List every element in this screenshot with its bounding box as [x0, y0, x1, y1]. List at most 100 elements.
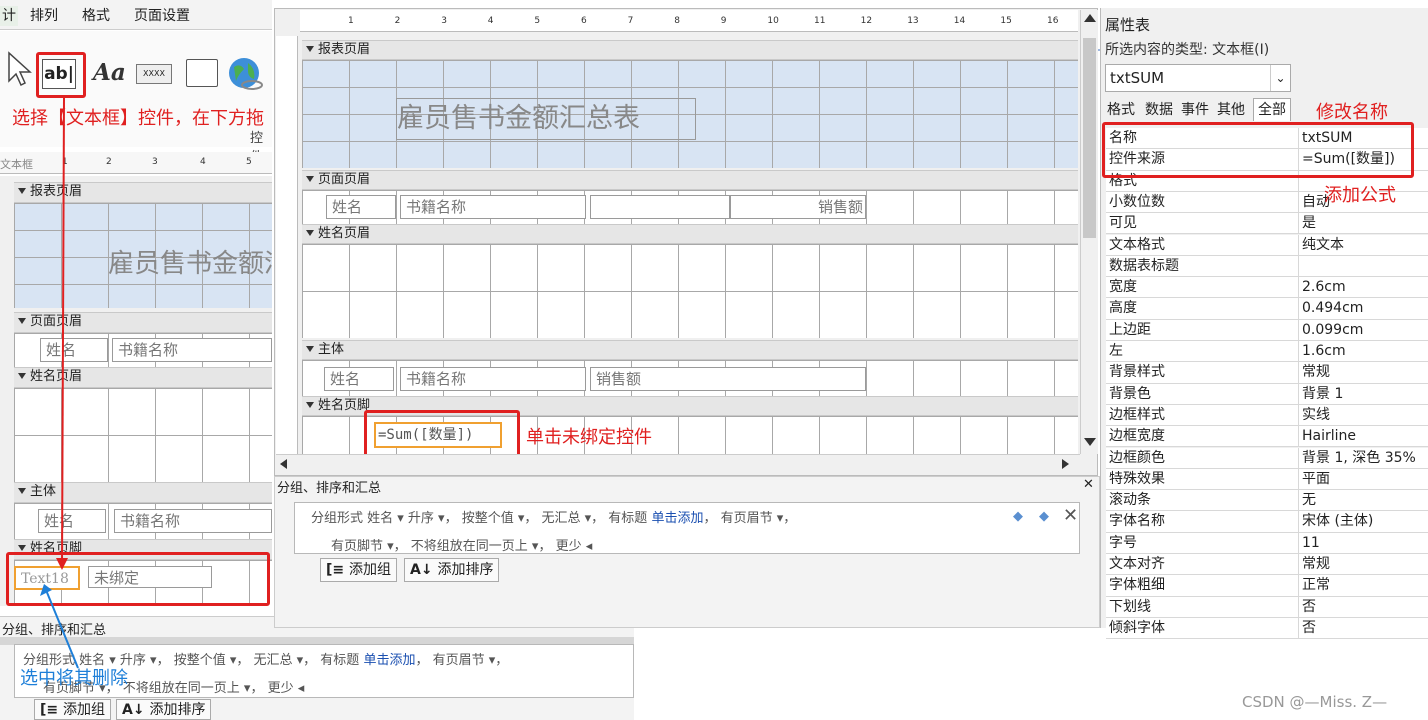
property-row[interactable]: 背景样式 常规: [1106, 362, 1428, 384]
ruler-mark: 2: [394, 16, 401, 26]
property-value[interactable]: 常规: [1298, 362, 1428, 383]
property-key: 数据表标题: [1109, 257, 1179, 274]
property-key: 可见: [1109, 215, 1137, 232]
watermark: CSDN @—Miss. Z—: [1242, 693, 1388, 711]
property-value[interactable]: 11: [1298, 532, 1428, 553]
center-page-header-sales[interactable]: 销售额: [730, 195, 866, 219]
property-row[interactable]: 边框宽度 Hairline: [1106, 426, 1428, 448]
center-group-add-title-link[interactable]: 单击添加: [651, 511, 703, 526]
center-group-row2[interactable]: 有页脚节 ▾， 不将组放在同一页上 ▾， 更少 ◂: [331, 535, 592, 554]
scroll-down-icon[interactable]: [1084, 438, 1096, 446]
property-value[interactable]: 否: [1298, 596, 1428, 617]
prop-tab-other[interactable]: 其他: [1215, 100, 1247, 120]
property-row[interactable]: 左 1.6cm: [1106, 341, 1428, 363]
chevron-down-icon[interactable]: ⌄: [1270, 65, 1290, 91]
property-value[interactable]: 0.099cm: [1298, 319, 1428, 340]
move-down-icon[interactable]: ◆: [1039, 509, 1049, 524]
property-row[interactable]: 倾斜字体 否: [1106, 617, 1428, 640]
prop-tab-format[interactable]: 格式: [1105, 100, 1137, 120]
prop-tab-data[interactable]: 数据: [1143, 100, 1175, 120]
center-detail-book[interactable]: 书籍名称: [400, 367, 586, 391]
property-value[interactable]: 1.6cm: [1298, 341, 1428, 362]
property-key: 边框宽度: [1109, 428, 1165, 445]
property-row[interactable]: 特殊效果 平面: [1106, 468, 1428, 491]
ruler-mark: 5: [534, 16, 541, 26]
ruler-mark: 16: [1047, 16, 1059, 26]
sort-az-icon: A↓: [410, 562, 438, 578]
property-value[interactable]: 无: [1298, 490, 1428, 511]
center-detail-sales[interactable]: 销售额: [590, 367, 866, 391]
property-row[interactable]: 上边距 0.099cm: [1106, 319, 1428, 341]
property-value[interactable]: 2.6cm: [1298, 277, 1428, 298]
property-value[interactable]: 实线: [1298, 404, 1428, 426]
center-band-report-header[interactable]: 报表页眉: [302, 40, 1078, 60]
center-vertical-ruler: [276, 36, 298, 456]
property-key: 边框颜色: [1109, 449, 1165, 466]
property-row[interactable]: 字体粗细 正常: [1106, 575, 1428, 597]
center-page-header-name[interactable]: 姓名: [326, 195, 396, 219]
center-group-row[interactable]: 分组形式 姓名 ▾ 升序 ▾， 按整个值 ▾， 无汇总 ▾， 有标题 单击添加，…: [294, 502, 1080, 554]
property-value[interactable]: Hairline: [1298, 426, 1428, 447]
center-group-text-a[interactable]: 分组形式 姓名 ▾ 升序 ▾， 按整个值 ▾， 无汇总 ▾， 有标题: [311, 511, 651, 526]
property-value[interactable]: [1298, 255, 1428, 277]
property-row[interactable]: 高度 0.494cm: [1106, 298, 1428, 320]
prop-tab-event[interactable]: 事件: [1179, 100, 1211, 120]
scroll-right-icon[interactable]: [1062, 459, 1069, 469]
center-add-sort-button[interactable]: A↓ 添加排序: [404, 558, 500, 582]
scroll-up-icon[interactable]: [1084, 14, 1096, 22]
property-value[interactable]: 常规: [1298, 554, 1428, 575]
property-value[interactable]: 宋体 (主体): [1298, 511, 1428, 532]
property-key: 上边距: [1109, 321, 1151, 338]
property-row[interactable]: 背景色 背景 1: [1106, 383, 1428, 405]
property-row[interactable]: 文本对齐 常规: [1106, 554, 1428, 576]
ruler-mark: 9: [720, 16, 727, 26]
center-detail-name[interactable]: 姓名: [324, 367, 394, 391]
property-value[interactable]: 0.494cm: [1298, 298, 1428, 319]
property-row[interactable]: 下划线 否: [1106, 596, 1428, 618]
property-row[interactable]: 边框样式 实线: [1106, 404, 1428, 427]
property-row[interactable]: 字体名称 宋体 (主体): [1106, 511, 1428, 533]
center-report-title[interactable]: 雇员售书金额汇总表: [396, 98, 696, 140]
center-band-name-header[interactable]: 姓名页眉: [302, 224, 1078, 244]
property-row[interactable]: 可见 是: [1106, 213, 1428, 235]
annotation-add-formula: 添加公式: [1324, 185, 1396, 206]
property-row[interactable]: 数据表标题: [1106, 255, 1428, 278]
property-key: 左: [1109, 343, 1123, 359]
property-row[interactable]: 边框颜色 背景 1, 深色 35%: [1106, 447, 1428, 469]
annotation-rename: 修改名称: [1316, 102, 1388, 123]
move-up-icon[interactable]: ◆: [1013, 509, 1023, 524]
scroll-left-icon[interactable]: [280, 459, 287, 469]
center-page-header-blank[interactable]: [590, 195, 730, 219]
ruler-mark: 13: [907, 16, 919, 26]
ruler-mark: 7: [627, 16, 634, 26]
property-row[interactable]: 滚动条 无: [1106, 490, 1428, 512]
property-value[interactable]: 否: [1298, 617, 1428, 639]
property-row[interactable]: 宽度 2.6cm: [1106, 277, 1428, 299]
property-value[interactable]: 是: [1298, 213, 1428, 234]
property-row[interactable]: 文本格式 纯文本: [1106, 234, 1428, 256]
ruler-mark: 12: [860, 16, 873, 26]
object-selector[interactable]: txtSUM ⌄: [1105, 64, 1291, 92]
property-value[interactable]: 正常: [1298, 575, 1428, 596]
delete-group-icon[interactable]: ✕: [1063, 505, 1078, 526]
property-value[interactable]: 纯文本: [1298, 234, 1428, 255]
property-row[interactable]: 字号 11: [1106, 532, 1428, 554]
ruler-mark: 10: [767, 16, 779, 26]
ruler-mark: 8: [674, 16, 680, 26]
property-value[interactable]: 背景 1, 深色 35%: [1298, 447, 1428, 468]
center-page-header-book[interactable]: 书籍名称: [400, 195, 586, 219]
property-key: 文本格式: [1109, 236, 1165, 253]
prop-tab-all[interactable]: 全部: [1253, 98, 1291, 121]
close-panel-icon[interactable]: ✕: [1083, 477, 1094, 492]
property-value[interactable]: 背景 1: [1298, 383, 1428, 404]
property-key: 下划线: [1109, 598, 1151, 615]
center-add-group-button[interactable]: [≡ 添加组: [320, 558, 398, 582]
center-horizontal-scrollbar[interactable]: [276, 454, 1080, 472]
property-key: 背景样式: [1109, 364, 1165, 381]
property-key: 边框样式: [1109, 406, 1165, 423]
center-band-detail[interactable]: 主体: [302, 340, 1078, 360]
property-value[interactable]: 平面: [1298, 468, 1428, 490]
center-vertical-scrollbar[interactable]: [1080, 10, 1098, 454]
center-band-page-header[interactable]: 页面页眉: [302, 170, 1078, 190]
center-group-text-b[interactable]: ， 有页眉节 ▾，: [703, 511, 796, 526]
